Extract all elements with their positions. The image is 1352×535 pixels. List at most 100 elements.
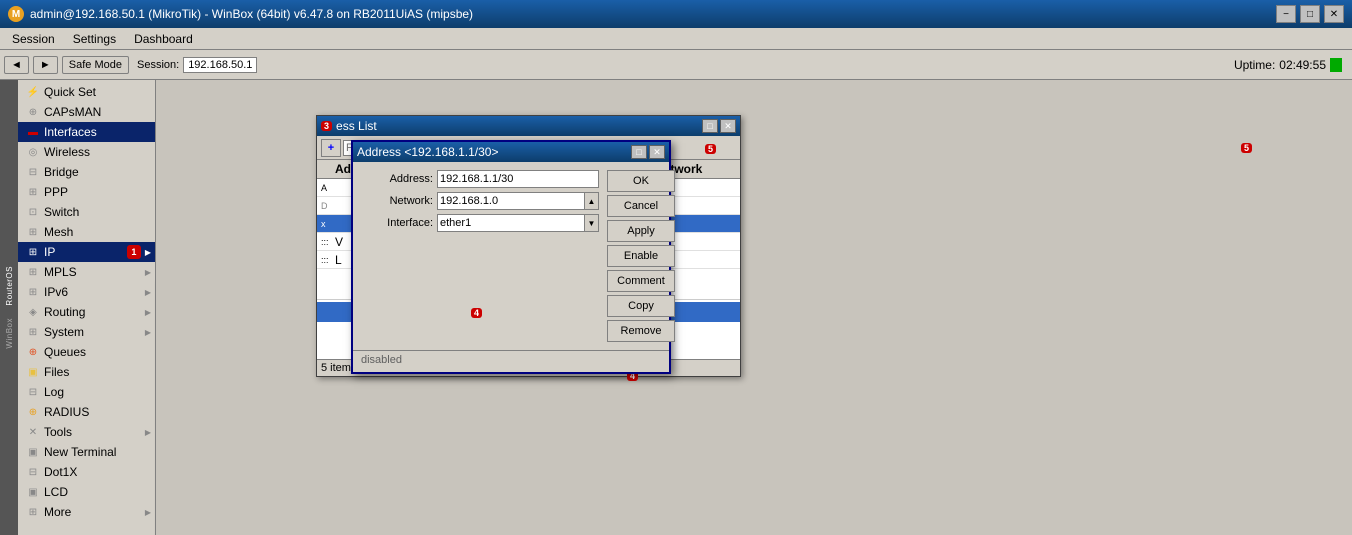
- addrlist-add-btn[interactable]: +: [321, 139, 341, 157]
- addr-dialog-title: Address <192.168.1.1/30>: [357, 145, 498, 159]
- uptime-display: Uptime: 02:49:55: [1228, 56, 1348, 74]
- dialog-buttons: OK Cancel Apply Enable Comment Copy Remo…: [607, 170, 675, 342]
- winbox-label: WinBox: [5, 318, 14, 349]
- tools-arrow-icon: ▶: [145, 428, 151, 437]
- sidebar-item-dot1x[interactable]: ⊟ Dot1X: [18, 462, 155, 482]
- sidebar-item-more[interactable]: ⊞ More ▶: [18, 502, 155, 522]
- close-button[interactable]: ✕: [1324, 5, 1344, 23]
- field-address: Address:: [361, 170, 599, 188]
- sidebar-label-queues: Queues: [44, 345, 151, 359]
- minimize-button[interactable]: −: [1276, 5, 1296, 23]
- sidebar-item-system[interactable]: ⊞ System ▶: [18, 322, 155, 342]
- sidebar-label-ip: IP: [44, 245, 121, 259]
- network-expand-btn[interactable]: ▲: [585, 192, 599, 210]
- sidebar-item-lcd[interactable]: ▣ LCD: [18, 482, 155, 502]
- title-bar: M admin@192.168.50.1 (MikroTik) - WinBox…: [0, 0, 1352, 28]
- sidebar-item-tools[interactable]: ✕ Tools ▶: [18, 422, 155, 442]
- interface-field-container: ▼: [437, 214, 599, 232]
- uptime-label: Uptime:: [1234, 58, 1275, 72]
- addr-list-titlebar: 3 ess List □ ✕: [317, 116, 740, 136]
- addrlist-close-btn[interactable]: ✕: [720, 119, 736, 133]
- window-controls[interactable]: − □ ✕: [1276, 5, 1344, 23]
- ip-icon: ⊞: [26, 245, 40, 259]
- addrlist-window-controls[interactable]: □ ✕: [702, 119, 736, 133]
- interface-field-label: Interface:: [361, 217, 433, 229]
- addr-dialog-close-btn[interactable]: ✕: [649, 145, 665, 159]
- sidebar-item-wireless[interactable]: ◎ Wireless: [18, 142, 155, 162]
- sidebar-item-mesh[interactable]: ⊞ Mesh: [18, 222, 155, 242]
- sidebar-label-capsman: CAPsMAN: [44, 105, 151, 119]
- addr-dialog-controls[interactable]: □ ✕: [631, 145, 665, 159]
- bridge-icon: ⊟: [26, 165, 40, 179]
- sidebar-label-ppp: PPP: [44, 185, 151, 199]
- sidebar-item-switch[interactable]: ⊡ Switch: [18, 202, 155, 222]
- forward-button[interactable]: ►: [33, 56, 58, 74]
- wireless-icon: ◎: [26, 145, 40, 159]
- sidebar-item-radius[interactable]: ⊕ RADIUS: [18, 402, 155, 422]
- comment-button[interactable]: Comment: [607, 270, 675, 292]
- sidebar-label-mesh: Mesh: [44, 225, 151, 239]
- session-label: Session:: [137, 59, 179, 71]
- addr-list-title: ess List: [336, 119, 702, 133]
- connection-indicator: [1330, 58, 1342, 72]
- menu-session[interactable]: Session: [4, 30, 63, 48]
- addr-dialog-minimize-btn[interactable]: □: [631, 145, 647, 159]
- sidebar-item-newterminal[interactable]: ▣ New Terminal: [18, 442, 155, 462]
- back-button[interactable]: ◄: [4, 56, 29, 74]
- network-input[interactable]: [437, 192, 585, 210]
- menu-bar: Session Settings Dashboard: [0, 28, 1352, 50]
- row-flag: x: [321, 219, 335, 229]
- window-title: admin@192.168.50.1 (MikroTik) - WinBox (…: [30, 7, 473, 21]
- sidebar-label-system: System: [44, 325, 141, 339]
- sidebar-item-ipv6[interactable]: ⊞ IPv6 ▶: [18, 282, 155, 302]
- sidebar-label-routing: Routing: [44, 305, 141, 319]
- interfaces-icon: ▬: [26, 125, 40, 139]
- sidebar-item-quickset[interactable]: ⚡ Quick Set: [18, 82, 155, 102]
- cancel-button[interactable]: Cancel: [607, 195, 675, 217]
- newterminal-icon: ▣: [26, 445, 40, 459]
- interface-dropdown-btn[interactable]: ▼: [585, 214, 599, 232]
- network-field-label: Network:: [361, 195, 433, 207]
- safemode-button[interactable]: Safe Mode: [62, 56, 129, 74]
- copy-button[interactable]: Copy: [607, 295, 675, 317]
- address-input[interactable]: [437, 170, 599, 188]
- sidebar-item-ip[interactable]: ⊞ IP 1 ▶: [18, 242, 155, 262]
- sidebar-item-mpls[interactable]: ⊞ MPLS ▶: [18, 262, 155, 282]
- title-bar-left: M admin@192.168.50.1 (MikroTik) - WinBox…: [8, 6, 473, 22]
- sidebar-item-files[interactable]: ▣ Files: [18, 362, 155, 382]
- addr-dialog[interactable]: Address <192.168.1.1/30> □ ✕ Address: Ne…: [351, 140, 671, 374]
- sidebar-item-bridge[interactable]: ⊟ Bridge: [18, 162, 155, 182]
- sidebar-item-routing[interactable]: ◈ Routing ▶: [18, 302, 155, 322]
- addrlist-minimize-btn[interactable]: □: [702, 119, 718, 133]
- sidebar-item-log[interactable]: ⊟ Log: [18, 382, 155, 402]
- ok-button[interactable]: OK: [607, 170, 675, 192]
- network-field-container: ▲: [437, 192, 599, 210]
- sidebar: ⚡ Quick Set ⊕ CAPsMAN ▬ Interfaces ◎ Wir…: [18, 80, 156, 535]
- quickset-icon: ⚡: [26, 85, 40, 99]
- menu-settings[interactable]: Settings: [65, 30, 124, 48]
- sidebar-item-interfaces[interactable]: ▬ Interfaces: [18, 122, 155, 142]
- sidebar-item-capsman[interactable]: ⊕ CAPsMAN: [18, 102, 155, 122]
- interface-input[interactable]: [437, 214, 585, 232]
- system-icon: ⊞: [26, 325, 40, 339]
- enable-button[interactable]: Enable: [607, 245, 675, 267]
- sidebar-label-mpls: MPLS: [44, 265, 141, 279]
- row-flag: :::: [321, 255, 335, 265]
- badge-4-overlay: 4: [471, 308, 482, 318]
- log-icon: ⊟: [26, 385, 40, 399]
- sidebar-item-queues[interactable]: ⊕ Queues: [18, 342, 155, 362]
- maximize-button[interactable]: □: [1300, 5, 1320, 23]
- tools-icon: ✕: [26, 425, 40, 439]
- apply-button[interactable]: Apply: [607, 220, 675, 242]
- addrlist-badge-5: 5: [705, 144, 716, 154]
- sidebar-label-quickset: Quick Set: [44, 85, 151, 99]
- menu-dashboard[interactable]: Dashboard: [126, 30, 201, 48]
- remove-button[interactable]: Remove: [607, 320, 675, 342]
- capsman-icon: ⊕: [26, 105, 40, 119]
- ppp-icon: ⊞: [26, 185, 40, 199]
- lcd-icon: ▣: [26, 485, 40, 499]
- sidebar-item-ppp[interactable]: ⊞ PPP: [18, 182, 155, 202]
- row-flag: :::: [321, 237, 335, 247]
- field-interface: Interface: ▼: [361, 214, 599, 232]
- routing-arrow-icon: ▶: [145, 308, 151, 317]
